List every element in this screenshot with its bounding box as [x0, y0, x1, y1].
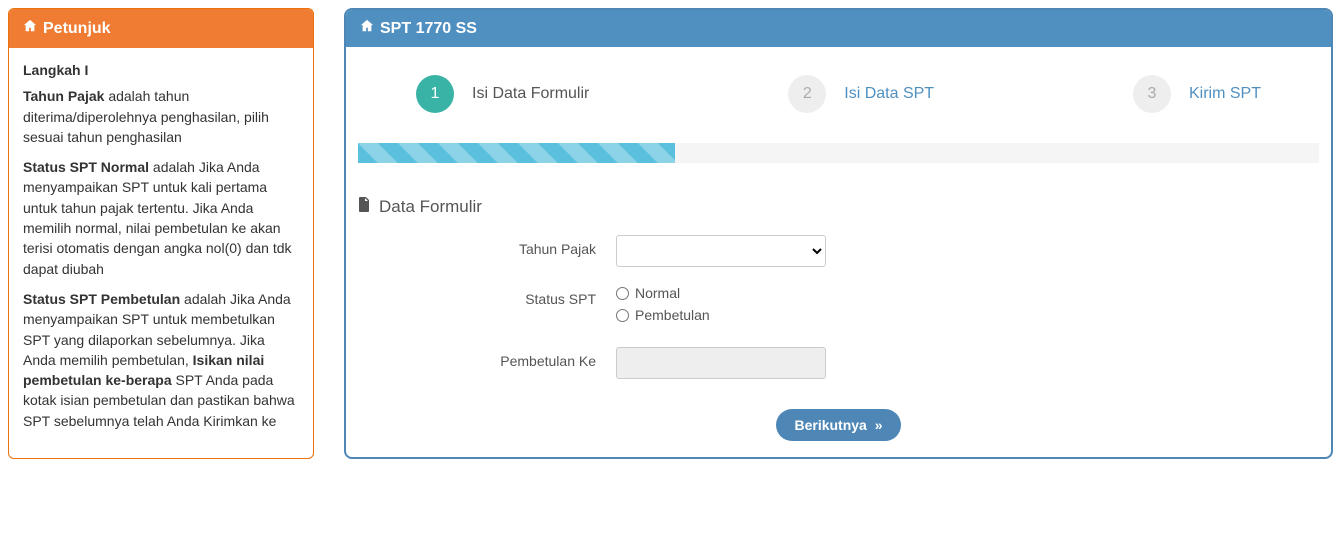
step-1-number: 1 [416, 75, 454, 113]
instructions-p1: Tahun Pajak adalah tahun diterima/dipero… [23, 86, 299, 147]
main-title: SPT 1770 SS [380, 20, 477, 38]
progress-fill [358, 143, 675, 163]
step-2-label: Isi Data SPT [844, 85, 934, 103]
home-icon [360, 19, 374, 38]
form-data-formulir: Tahun Pajak Status SPT Normal [356, 235, 1321, 379]
step-1[interactable]: 1 Isi Data Formulir [416, 75, 589, 113]
radio-normal-label: Normal [635, 285, 680, 301]
instructions-p2: Status SPT Normal adalah Jika Anda menya… [23, 157, 299, 279]
main-header: SPT 1770 SS [346, 10, 1331, 47]
step-1-label: Isi Data Formulir [472, 85, 589, 103]
chevron-right-icon: » [871, 417, 883, 433]
step-2-number: 2 [788, 75, 826, 113]
step-2[interactable]: 2 Isi Data SPT [788, 75, 934, 113]
progress-bar [358, 143, 1319, 163]
radio-pembetulan[interactable] [616, 309, 629, 322]
instructions-header: Petunjuk [9, 9, 313, 48]
main-panel: SPT 1770 SS 1 Isi Data Formulir 2 Isi Da… [344, 8, 1333, 459]
home-icon [23, 19, 37, 38]
instructions-step-heading: Langkah I [23, 60, 299, 80]
instructions-p3: Status SPT Pembetulan adalah Jika Anda m… [23, 289, 299, 431]
file-icon [358, 197, 371, 217]
input-pembetulan-ke [616, 347, 826, 379]
label-tahun-pajak: Tahun Pajak [356, 235, 616, 257]
step-3-number: 3 [1133, 75, 1171, 113]
radio-normal[interactable] [616, 287, 629, 300]
instructions-title: Petunjuk [43, 20, 111, 38]
label-status-spt: Status SPT [356, 285, 616, 307]
section-title: Data Formulir [358, 197, 1321, 217]
radio-pembetulan-label: Pembetulan [635, 307, 710, 323]
next-button[interactable]: Berikutnya » [776, 409, 900, 441]
label-pembetulan-ke: Pembetulan Ke [356, 347, 616, 369]
step-3[interactable]: 3 Kirim SPT [1133, 75, 1261, 113]
step-3-label: Kirim SPT [1189, 85, 1261, 103]
stepper: 1 Isi Data Formulir 2 Isi Data SPT 3 Kir… [356, 65, 1321, 143]
instructions-body[interactable]: Langkah I Tahun Pajak adalah tahun diter… [9, 48, 313, 458]
select-tahun-pajak[interactable] [616, 235, 826, 267]
instructions-panel: Petunjuk Langkah I Tahun Pajak adalah ta… [8, 8, 314, 459]
